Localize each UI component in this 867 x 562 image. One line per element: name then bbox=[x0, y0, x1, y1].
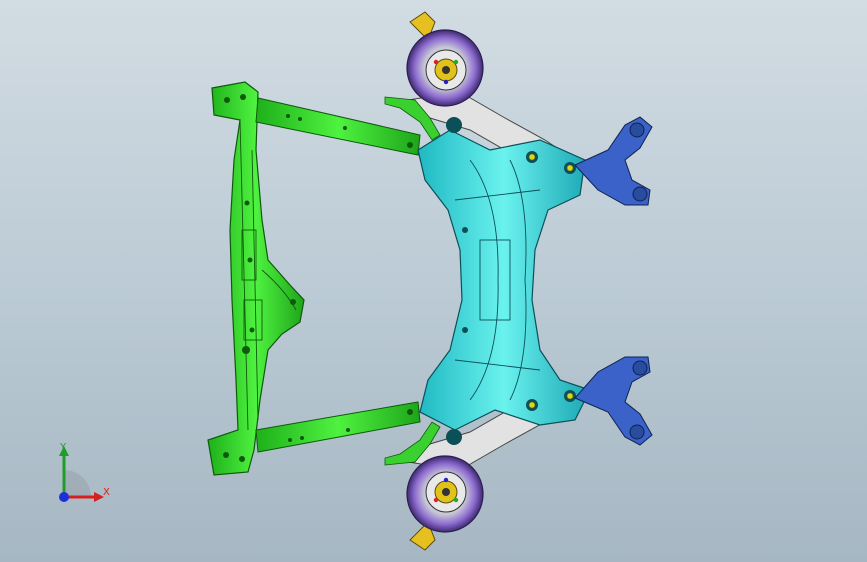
y-axis-label: Y bbox=[60, 442, 67, 453]
front-crossmember[interactable] bbox=[207, 81, 305, 476]
suspension-model[interactable] bbox=[0, 0, 867, 562]
brake-disc-bottom[interactable] bbox=[406, 455, 484, 551]
x-axis-label: X bbox=[103, 487, 110, 498]
right-tie-rod[interactable] bbox=[255, 401, 421, 453]
subframe[interactable] bbox=[417, 117, 591, 445]
trailing-arm-top[interactable] bbox=[574, 116, 653, 206]
brake-disc-top[interactable] bbox=[406, 11, 484, 107]
trailing-arm-bottom[interactable] bbox=[574, 356, 653, 446]
reference-triad: Y X bbox=[50, 440, 120, 510]
triad-plane bbox=[64, 470, 91, 497]
graphics-viewport[interactable]: Y X bbox=[0, 0, 867, 562]
z-axis-dot bbox=[59, 492, 69, 502]
